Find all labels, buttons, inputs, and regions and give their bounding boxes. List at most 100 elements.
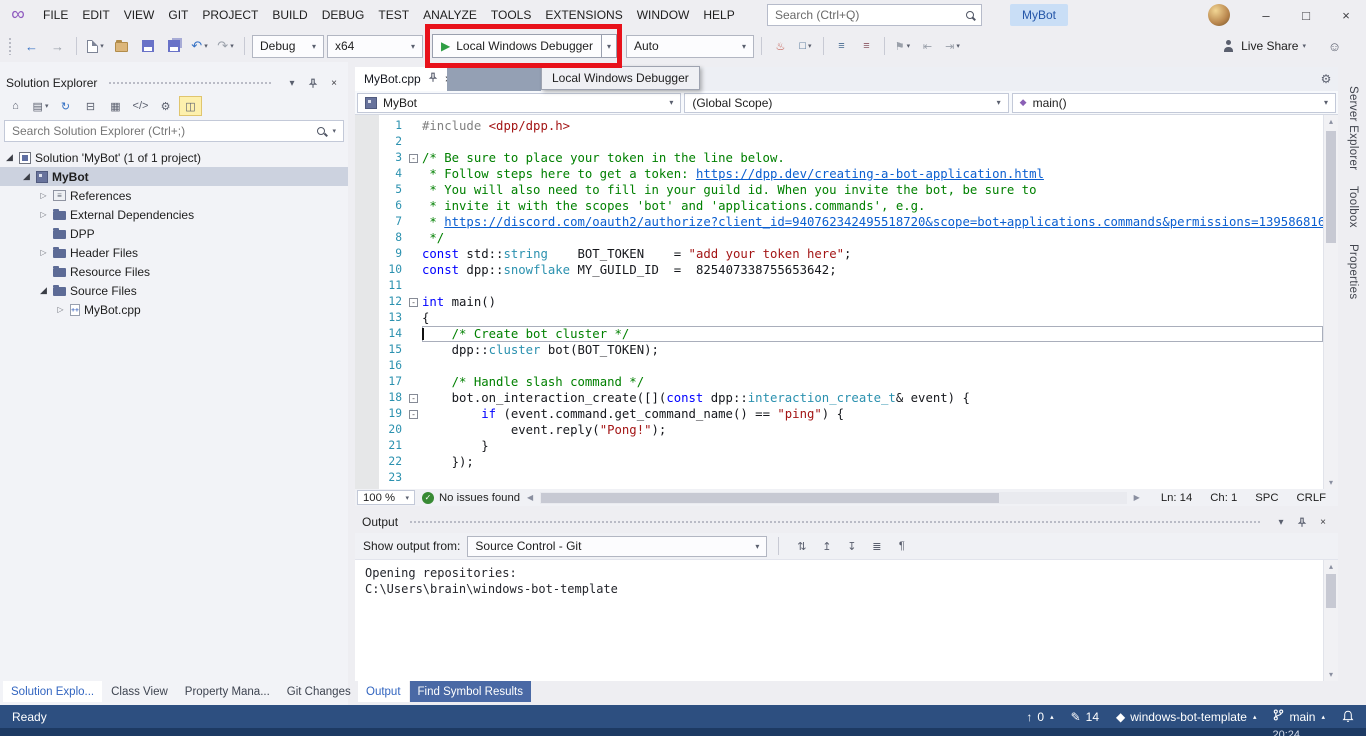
code-line-6[interactable]: 6 * invite it with the scopes 'bot' and … (355, 198, 1323, 214)
tree-expander-icon[interactable]: ▷ (38, 191, 49, 200)
editor-vertical-scrollbar[interactable]: ▴ ▾ (1323, 115, 1338, 489)
tree-expander-icon[interactable]: ▷ (38, 248, 49, 257)
member-dropdown[interactable]: ◆ main() ▾ (1012, 93, 1336, 113)
code-line-13[interactable]: 13{ (355, 310, 1323, 326)
view-code-icon[interactable]: </> (129, 96, 152, 116)
notifications-bell-icon[interactable] (1342, 710, 1354, 723)
next-bookmark-icon[interactable]: ⇥▾ (941, 36, 964, 56)
menu-help[interactable]: HELP (696, 0, 741, 30)
pin-icon[interactable] (305, 75, 321, 91)
code-line-22[interactable]: 22 }); (355, 454, 1323, 470)
side-tab-server-explorer[interactable]: Server Explorer (1347, 86, 1359, 170)
output-content[interactable]: Opening repositories:C:\Users\brain\wind… (355, 560, 1338, 681)
tree-item-mybot-cpp[interactable]: ▷++MyBot.cpp (0, 300, 348, 319)
eol-indicator[interactable]: CRLF (1297, 492, 1327, 504)
close-panel-icon[interactable]: × (1315, 514, 1331, 530)
scroll-left-icon[interactable]: ◀ (527, 493, 533, 502)
tree-item-dpp[interactable]: DPP (0, 224, 348, 243)
scope-dropdown[interactable]: (Global Scope) ▾ (684, 93, 1008, 113)
panel-tab-class-view[interactable]: Class View (103, 681, 176, 702)
panel-tab-solution-explo[interactable]: Solution Explo... (3, 681, 102, 702)
tree-expander-icon[interactable]: ◢ (38, 285, 49, 296)
code-line-10[interactable]: 10const dpp::snowflake MY_GUILD_ID = 825… (355, 262, 1323, 278)
live-share-button[interactable]: Live Share ▾ (1222, 39, 1306, 53)
code-line-18[interactable]: 18- bot.on_interaction_create([](const d… (355, 390, 1323, 406)
diagnostics-window-icon[interactable]: ≡ (855, 36, 878, 56)
menu-build[interactable]: BUILD (265, 0, 314, 30)
output-source-dropdown[interactable]: Source Control - Git▾ (467, 536, 767, 557)
side-tab-properties[interactable]: Properties (1347, 244, 1359, 299)
code-line-8[interactable]: 8 */ (355, 230, 1323, 246)
tree-expander-icon[interactable]: ▷ (38, 210, 49, 219)
menu-test[interactable]: TEST (371, 0, 416, 30)
gear-icon[interactable]: ⚙ (1314, 67, 1338, 91)
save-all-button[interactable] (162, 34, 185, 58)
clear-all-icon[interactable]: ≣ (865, 536, 888, 556)
tree-item-source-files[interactable]: ◢Source Files (0, 281, 348, 300)
outgoing-commits-button[interactable]: ↑ 0 ▴ (1026, 710, 1053, 724)
tree-item-references[interactable]: ▷≡References (0, 186, 348, 205)
collapse-region-icon[interactable]: - (405, 150, 422, 166)
panel-tab-git-changes[interactable]: Git Changes (279, 681, 359, 702)
line-indicator[interactable]: Ln: 14 (1161, 492, 1192, 504)
previous-bookmark-icon[interactable]: ⇤ (916, 36, 939, 56)
save-button[interactable] (136, 34, 159, 58)
scroll-right-icon[interactable]: ▶ (1134, 493, 1140, 502)
hot-reload-icon[interactable]: ♨ (769, 36, 792, 56)
code-line-12[interactable]: 12-int main() (355, 294, 1323, 310)
toggle-word-wrap-icon[interactable]: ¶ (890, 536, 913, 556)
scroll-down-icon[interactable]: ▾ (1324, 670, 1338, 679)
tree-item-external-dependencies[interactable]: ▷External Dependencies (0, 205, 348, 224)
document-tab-mybot-cpp[interactable]: MyBot.cpp × (355, 67, 461, 91)
send-feedback-button[interactable]: ☺ (1323, 34, 1346, 58)
account-avatar[interactable] (1208, 4, 1230, 26)
project-dropdown[interactable]: MyBot ▾ (357, 93, 681, 113)
menu-project[interactable]: PROJECT (195, 0, 265, 30)
tree-expander-icon[interactable]: ▷ (55, 305, 66, 314)
go-to-next-message-icon[interactable]: ↧ (840, 536, 863, 556)
solution-search-box[interactable]: Search Solution Explorer (Ctrl+;) ▾ (4, 120, 344, 142)
code-line-17[interactable]: 17 /* Handle slash command */ (355, 374, 1323, 390)
menu-window[interactable]: WINDOW (630, 0, 697, 30)
find-message-icon[interactable]: ⇅ (790, 536, 813, 556)
collapse-region-icon[interactable]: - (405, 390, 422, 406)
tree-item-solution-mybot-1-of-1-project[interactable]: ◢Solution 'MyBot' (1 of 1 project) (0, 148, 348, 167)
code-line-23[interactable]: 23 (355, 470, 1323, 486)
collapse-region-icon[interactable]: - (405, 294, 422, 310)
menu-tools[interactable]: TOOLS (484, 0, 538, 30)
menu-analyze[interactable]: ANALYZE (416, 0, 484, 30)
preview-selected-items-icon[interactable]: ◫ (179, 96, 202, 116)
refresh-icon[interactable]: ↻ (54, 96, 77, 116)
tree-item-header-files[interactable]: ▷Header Files (0, 243, 348, 262)
code-line-21[interactable]: 21 } (355, 438, 1323, 454)
code-editor[interactable]: 1#include <dpp/dpp.h>23-/* Be sure to pl… (355, 115, 1338, 489)
show-all-files-icon[interactable]: ▦ (104, 96, 127, 116)
side-tab-toolbox[interactable]: Toolbox (1347, 186, 1359, 228)
bookmark-icon[interactable]: ⚑▾ (891, 36, 914, 56)
menu-git[interactable]: GIT (161, 0, 195, 30)
branch-button[interactable]: main ▴ (1273, 709, 1325, 724)
panel-drag-grip[interactable] (108, 81, 273, 86)
window-position-icon[interactable]: ▾ (284, 75, 300, 91)
scroll-up-icon[interactable]: ▴ (1324, 562, 1338, 571)
menu-debug[interactable]: DEBUG (315, 0, 372, 30)
properties-icon[interactable]: ⚙ (154, 96, 177, 116)
pin-icon[interactable] (1294, 514, 1310, 530)
pin-icon[interactable] (428, 72, 438, 86)
menu-edit[interactable]: EDIT (75, 0, 116, 30)
menu-extensions[interactable]: EXTENSIONS (538, 0, 629, 30)
pending-changes-button[interactable]: ✎ 14 (1071, 710, 1099, 724)
code-line-15[interactable]: 15 dpp::cluster bot(BOT_TOKEN); (355, 342, 1323, 358)
close-button[interactable]: × (1326, 0, 1366, 30)
panel-drag-grip[interactable] (409, 520, 1262, 525)
window-position-icon[interactable]: ▾ (1273, 514, 1289, 530)
code-line-9[interactable]: 9const std::string BOT_TOKEN = "add your… (355, 246, 1323, 262)
minimize-button[interactable]: – (1246, 0, 1286, 30)
zoom-dropdown[interactable]: 100 %▾ (357, 490, 415, 505)
scroll-down-icon[interactable]: ▾ (1324, 478, 1338, 487)
scrollbar-thumb[interactable] (1326, 574, 1336, 608)
tree-item-resource-files[interactable]: Resource Files (0, 262, 348, 281)
undo-button[interactable]: ↶▾ (188, 34, 211, 58)
tree-expander-icon[interactable]: ◢ (21, 171, 32, 182)
code-line-2[interactable]: 2 (355, 134, 1323, 150)
